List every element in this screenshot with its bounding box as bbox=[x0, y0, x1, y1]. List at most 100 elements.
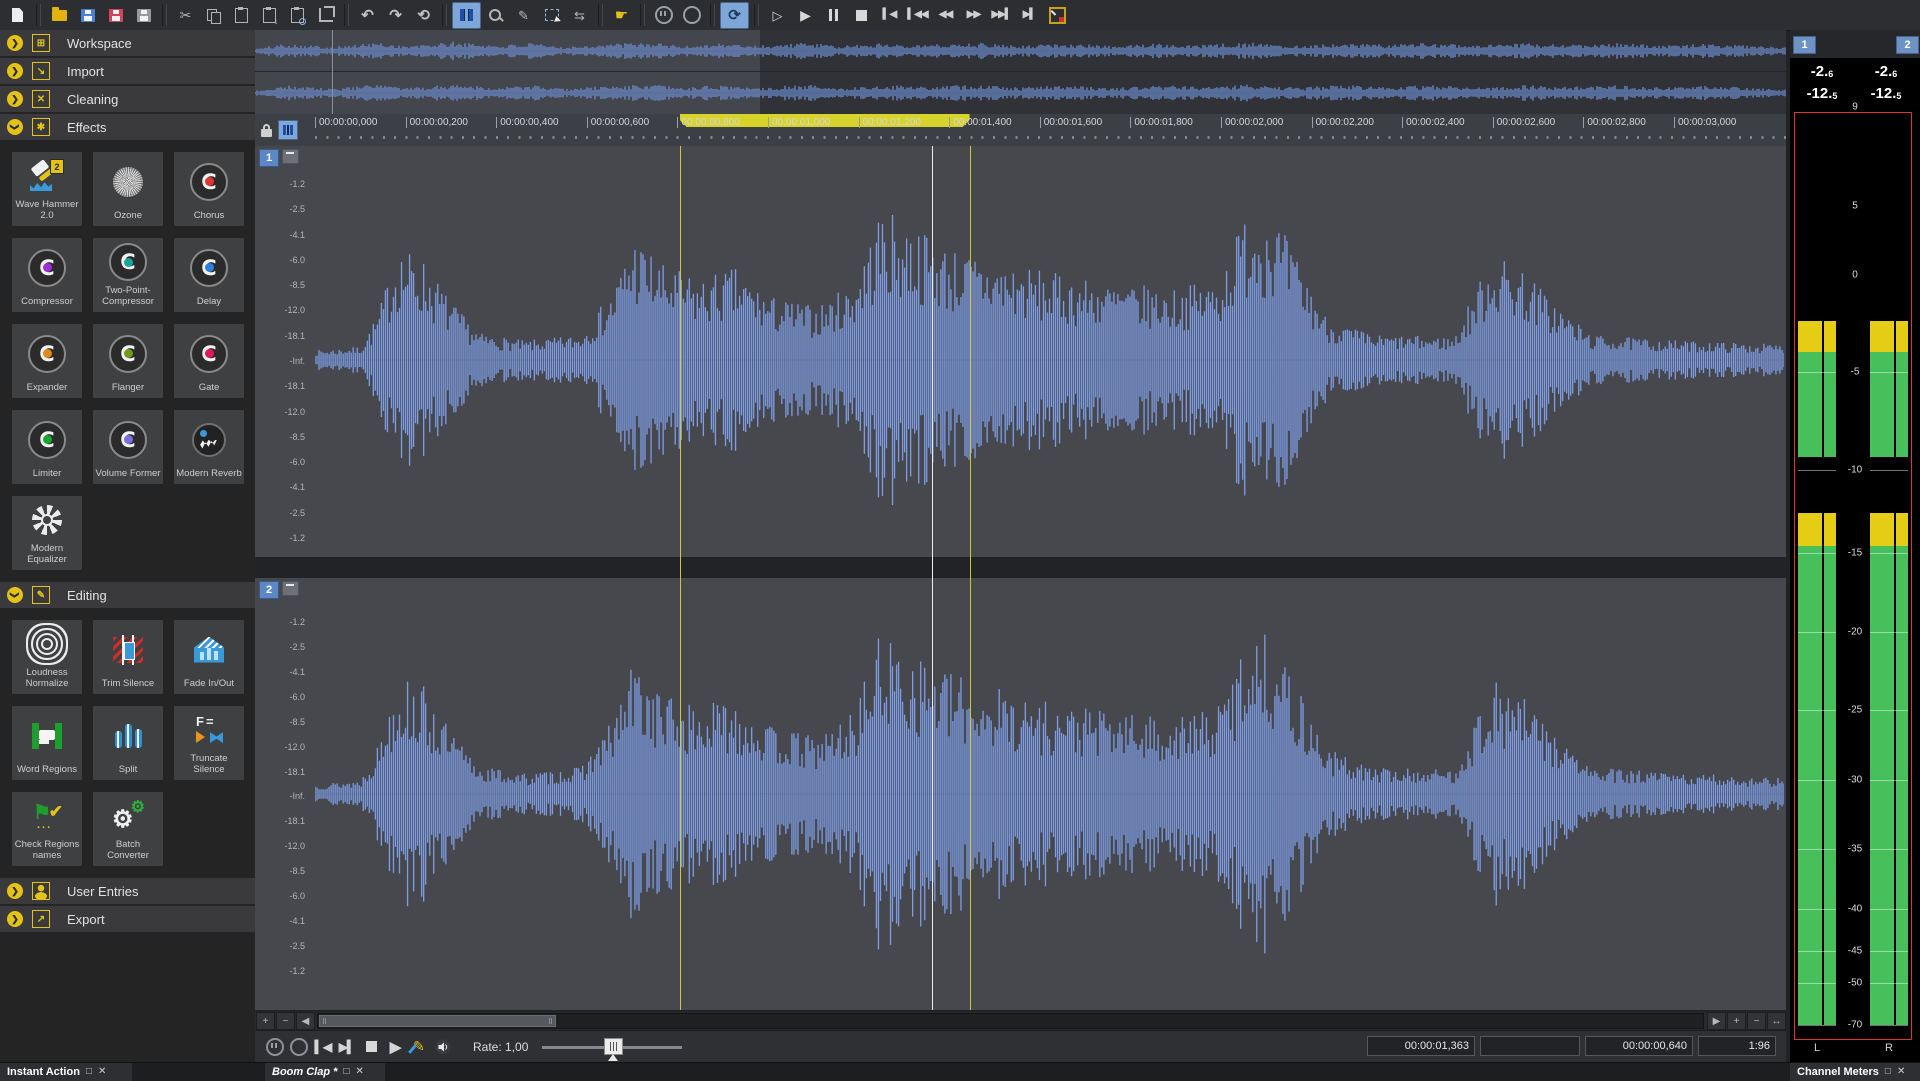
expand-arrow-icon[interactable]: ❯ bbox=[7, 35, 23, 51]
transport-scrub-tool-button[interactable]: ✎ bbox=[407, 1035, 431, 1059]
meter-tab-1[interactable]: 1 bbox=[1793, 36, 1816, 54]
rewind-button[interactable]: ◀◀ bbox=[932, 3, 959, 28]
sidebar-section-editing[interactable]: ❯✎Editing bbox=[0, 582, 255, 608]
close-icon[interactable]: ✕ bbox=[98, 1067, 106, 1077]
delay-tile[interactable]: CDelay bbox=[174, 238, 244, 312]
channel-1-waveform-pane[interactable]: -1.2-2.5-4.1-6.0-8.5-12.0-18.1-Inf.-18.1… bbox=[255, 146, 1786, 557]
zoom-in-button[interactable]: + bbox=[256, 1012, 275, 1030]
record-button[interactable] bbox=[678, 3, 705, 28]
scroll-right-button[interactable]: ▶ bbox=[1707, 1012, 1726, 1030]
expander-tile[interactable]: CExpander bbox=[12, 324, 82, 398]
record-pause-button[interactable] bbox=[650, 3, 677, 28]
transport-play-button[interactable]: ▶ bbox=[383, 1035, 407, 1059]
channel-1-badge[interactable]: 1 bbox=[259, 149, 279, 167]
channel-2-badge[interactable]: 2 bbox=[259, 581, 279, 599]
channel-minimize-button[interactable] bbox=[282, 149, 299, 164]
file-overview-strip[interactable] bbox=[255, 30, 1786, 115]
trim-crop-button[interactable] bbox=[312, 3, 339, 28]
cut-button[interactable]: ✂ bbox=[172, 3, 199, 28]
channel-meters-tab[interactable]: Channel Meters □ ✕ bbox=[1790, 1063, 1920, 1081]
restore-window-icon[interactable]: □ bbox=[1885, 1067, 1891, 1077]
transport-go-to-end-button[interactable]: ▶▍ bbox=[335, 1035, 359, 1059]
word-regions-tile[interactable]: Word Regions bbox=[12, 706, 82, 780]
paste-button[interactable] bbox=[228, 3, 255, 28]
paste-mix-button[interactable] bbox=[284, 3, 311, 28]
sidebar-section-import[interactable]: ❯↘Import bbox=[0, 58, 255, 84]
skip-forward-button[interactable]: ▶▶▍ bbox=[988, 3, 1015, 28]
expand-arrow-icon[interactable]: ❯ bbox=[7, 119, 23, 135]
document-tab[interactable]: Boom Clap * □ ✕ bbox=[265, 1063, 385, 1081]
pause-button[interactable] bbox=[820, 3, 847, 28]
sidebar-section-user-entries[interactable]: ❯User Entries bbox=[0, 878, 255, 904]
instant-action-tab[interactable]: Instant Action □ ✕ bbox=[0, 1063, 132, 1081]
gate-tile[interactable]: CGate bbox=[174, 324, 244, 398]
chorus-tile[interactable]: CChorus bbox=[174, 152, 244, 226]
cursor-position-display[interactable]: 00:00:01,363 bbox=[1367, 1036, 1475, 1056]
truncate-silence-tile[interactable]: FTruncate Silence bbox=[174, 706, 244, 780]
save-all-button[interactable] bbox=[130, 3, 157, 28]
skip-back-button[interactable]: ▍◀◀ bbox=[904, 3, 931, 28]
go-to-end-button[interactable]: ▶▍ bbox=[1016, 3, 1043, 28]
zoom-out-button[interactable]: − bbox=[276, 1012, 295, 1030]
limiter-tile[interactable]: CLimiter bbox=[12, 410, 82, 484]
sidebar-section-effects[interactable]: ❯✱Effects bbox=[0, 114, 255, 140]
redo-button[interactable]: ↷ bbox=[382, 3, 409, 28]
object-selection-button[interactable] bbox=[538, 3, 565, 28]
split-tile[interactable]: Split bbox=[93, 706, 163, 780]
modern-reverb-tile[interactable]: Modern Reverb bbox=[174, 410, 244, 484]
close-icon[interactable]: ✕ bbox=[1897, 1067, 1905, 1077]
restore-window-icon[interactable]: □ bbox=[343, 1067, 349, 1077]
restore-window-icon[interactable]: □ bbox=[86, 1067, 92, 1077]
scrollbar-track[interactable] bbox=[317, 1013, 1704, 1029]
sidebar-section-workspace[interactable]: ❯⊞Workspace bbox=[0, 30, 255, 56]
expand-arrow-icon[interactable]: ❯ bbox=[7, 91, 23, 107]
volume-former-tile[interactable]: CVolume Former bbox=[93, 410, 163, 484]
undo-button[interactable]: ↶ bbox=[354, 3, 381, 28]
scrollbar-thumb[interactable] bbox=[319, 1015, 556, 1027]
save-as-button[interactable] bbox=[102, 3, 129, 28]
play-from-start-button[interactable]: ▷ bbox=[764, 3, 791, 28]
transport-monitor-button[interactable] bbox=[431, 1035, 455, 1059]
fit-view-button[interactable]: ↔ bbox=[1767, 1012, 1786, 1030]
forward-button[interactable]: ▶▶ bbox=[960, 3, 987, 28]
open-file-button[interactable] bbox=[46, 3, 73, 28]
stop-button[interactable] bbox=[848, 3, 875, 28]
wave-hammer-2-0-tile[interactable]: 2Wave Hammer 2.0 bbox=[12, 152, 82, 226]
batch-converter-tile[interactable]: ⚙⚙Batch Converter bbox=[93, 792, 163, 866]
repeat-button[interactable]: ⟲ bbox=[410, 3, 437, 28]
save-button[interactable] bbox=[74, 3, 101, 28]
record-special-button[interactable] bbox=[1044, 3, 1071, 28]
sidebar-section-export[interactable]: ❯↗Export bbox=[0, 906, 255, 932]
selection-length-display[interactable]: 00:00:00,640 bbox=[1585, 1036, 1693, 1056]
expand-arrow-icon[interactable]: ❯ bbox=[7, 883, 23, 899]
sidebar-section-cleaning[interactable]: ❯✕Cleaning bbox=[0, 86, 255, 112]
expand-arrow-icon[interactable]: ❯ bbox=[7, 911, 23, 927]
timeline-ruler[interactable]: 00:00:00,00000:00:00,20000:00:00,40000:0… bbox=[255, 114, 1786, 147]
trim-silence-tile[interactable]: Trim Silence bbox=[93, 620, 163, 694]
check-regions-names-tile[interactable]: ⚑✔...Check Regions names bbox=[12, 792, 82, 866]
loudness-normalize-tile[interactable]: Loudness Normalize bbox=[12, 620, 82, 694]
close-icon[interactable]: ✕ bbox=[355, 1067, 363, 1077]
transport-record-pause-button[interactable] bbox=[263, 1035, 287, 1059]
expand-arrow-icon[interactable]: ❯ bbox=[7, 587, 23, 603]
draw-tool-button[interactable]: ✎ bbox=[510, 3, 537, 28]
scroll-left-button[interactable]: ◀ bbox=[296, 1012, 315, 1030]
fade-in-out-tile[interactable]: Fade In/Out bbox=[174, 620, 244, 694]
compressor-tile[interactable]: CCompressor bbox=[12, 238, 82, 312]
rate-slider-handle[interactable] bbox=[604, 1038, 623, 1055]
hand-tool-button[interactable]: ☛ bbox=[608, 3, 635, 28]
new-file-button[interactable] bbox=[4, 3, 31, 28]
snap-tool-button[interactable] bbox=[278, 120, 298, 140]
meter-tab-2[interactable]: 2 bbox=[1896, 36, 1919, 54]
go-to-start-button[interactable]: ▍◀ bbox=[876, 3, 903, 28]
transport-record-button[interactable] bbox=[287, 1035, 311, 1059]
transport-stop-button[interactable] bbox=[359, 1035, 383, 1059]
channel-1-waveform[interactable] bbox=[315, 146, 1784, 557]
zoom-tool-button[interactable] bbox=[482, 3, 509, 28]
play-button[interactable]: ▶ bbox=[792, 3, 819, 28]
rate-slider[interactable] bbox=[542, 1035, 682, 1059]
zoom-out-button-2[interactable]: − bbox=[1747, 1012, 1766, 1030]
two-point-compressor-tile[interactable]: CTwo-Point-Compressor bbox=[93, 238, 163, 312]
modern-equalizer-tile[interactable]: Modern Equalizer bbox=[12, 496, 82, 570]
copy-button[interactable] bbox=[200, 3, 227, 28]
